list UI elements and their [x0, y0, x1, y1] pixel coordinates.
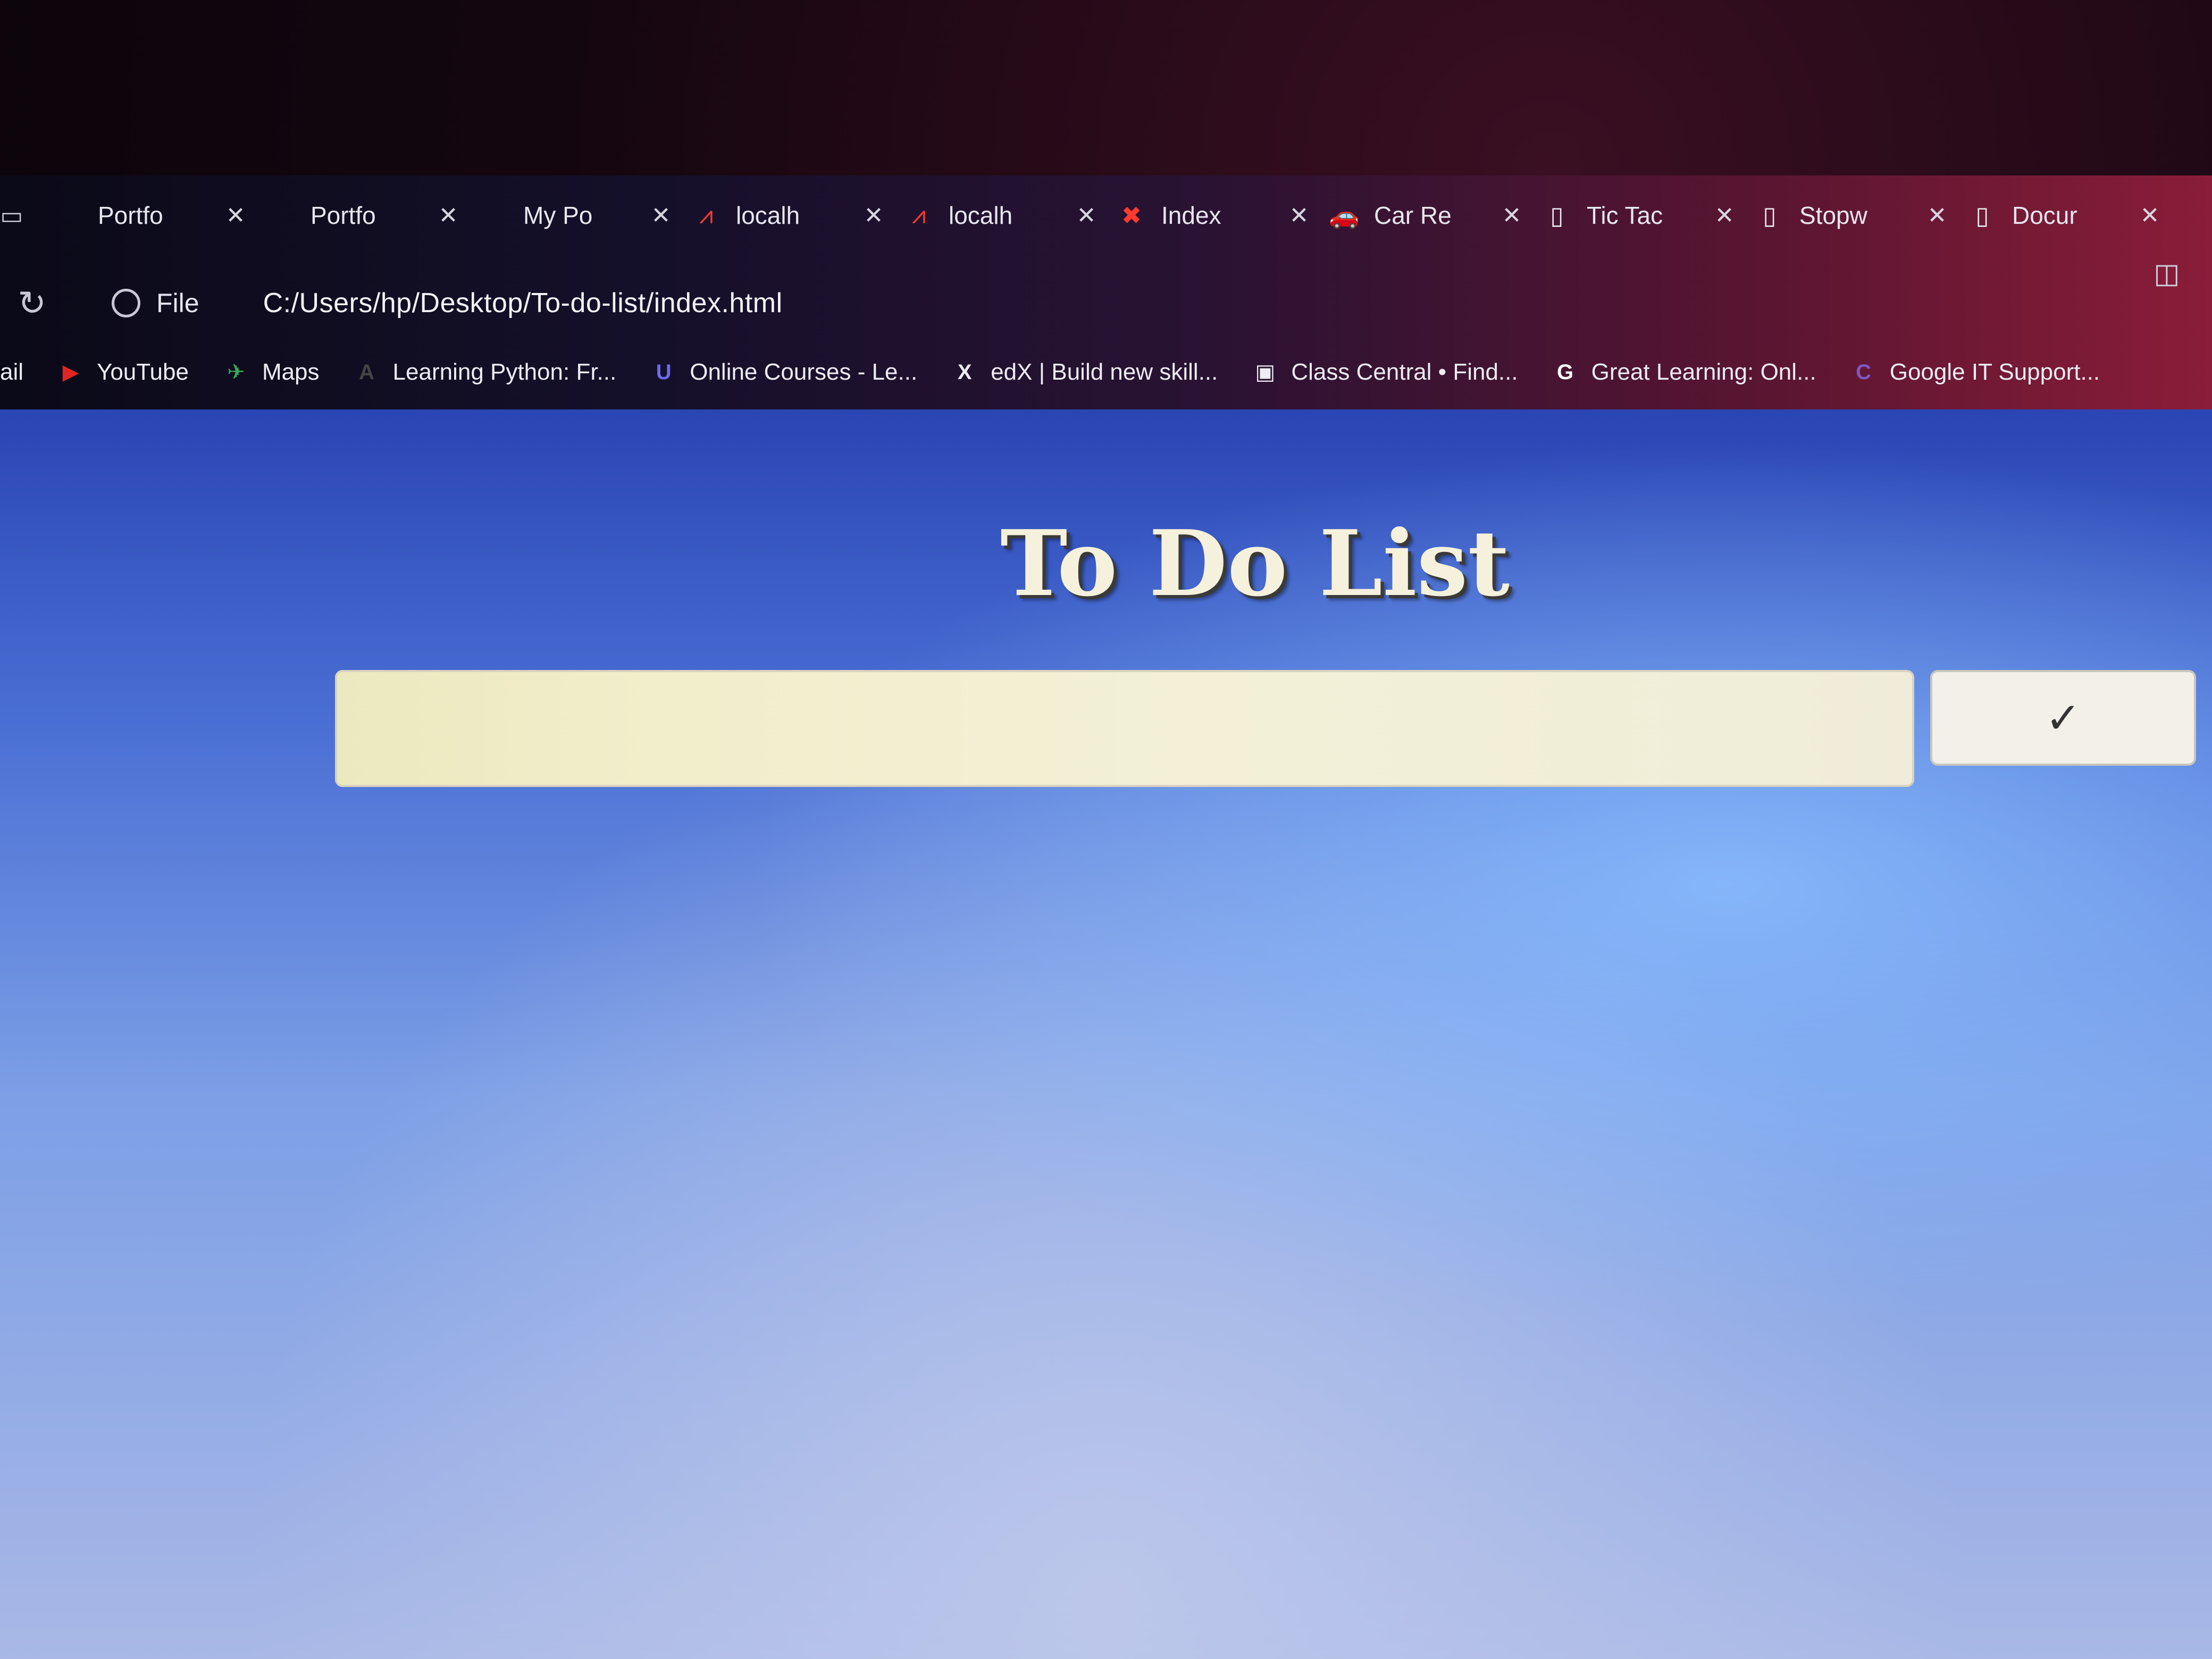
bookmark-label: Class Central • Find...	[1291, 359, 1518, 385]
tab-blank-icon	[53, 200, 83, 230]
close-tab-icon[interactable]: ✕	[860, 202, 887, 229]
bookmark-label: YouTube	[97, 359, 189, 385]
add-task-button[interactable]: ✓	[1930, 670, 2196, 766]
tab-blank-icon	[479, 200, 508, 230]
close-tab-icon[interactable]: ✕	[1286, 202, 1312, 229]
close-tab-icon[interactable]: ✕	[1498, 202, 1525, 229]
bookmark-item[interactable]: ▶ YouTube	[56, 358, 189, 387]
close-tab-icon[interactable]: ✕	[222, 202, 249, 229]
car-icon: 🚗	[1329, 201, 1360, 229]
bookmark-favicon-icon: ▣	[1255, 361, 1276, 384]
document-icon: ▯	[1975, 202, 1989, 229]
bookmark-item[interactable]: C Google IT Support...	[1849, 358, 2100, 387]
todo-form: ✓	[335, 670, 2196, 792]
bookmark-item[interactable]: ail	[0, 359, 23, 386]
close-tab-icon[interactable]: ✕	[1924, 202, 1950, 229]
close-tab-icon[interactable]: ✕	[1073, 202, 1100, 229]
site-info-button[interactable]: File	[112, 288, 199, 319]
bookmarks-bar: ail ▶ YouTube ✈ Maps A Learning Python: Fr... U…	[0, 346, 2212, 399]
bookmark-label: ail	[0, 359, 24, 385]
bookmark-favicon-icon: A	[359, 360, 374, 384]
url-field[interactable]: C:/Users/hp/Desktop/To-do-list/index.htm…	[263, 287, 783, 319]
tab-label: Index	[1161, 202, 1221, 229]
browser-tab[interactable]: ✖ Index ✕	[1108, 186, 1321, 245]
tab-label: Stopw	[1799, 202, 1867, 229]
bookmark-favicon-icon: ▶	[62, 361, 79, 384]
task-input[interactable]	[335, 670, 1914, 787]
browser-tab[interactable]: ⩘ localh ✕	[895, 186, 1108, 245]
browser-tab[interactable]: ▯ Stopw ✕	[1746, 186, 1959, 245]
reload-icon[interactable]: ↻	[11, 282, 53, 324]
tab-actions-icon[interactable]: ▭	[0, 202, 23, 229]
document-icon: ▯	[1550, 202, 1564, 229]
bookmark-favicon-icon: X	[957, 360, 972, 384]
browser-tab[interactable]: Portfo ✕	[45, 186, 257, 245]
bookmark-label: edX | Build new skill...	[991, 359, 1218, 385]
site-info-label: File	[156, 288, 199, 318]
tab-label: Docur	[2012, 202, 2077, 229]
bookmark-item[interactable]: U Online Courses - Le...	[649, 358, 917, 387]
bookmark-label: Great Learning: Onl...	[1591, 359, 1816, 385]
xampp-icon: ✖	[1121, 202, 1142, 229]
bookmark-item[interactable]: ✈ Maps	[222, 358, 320, 387]
bookmark-favicon-icon: ✈	[227, 361, 245, 384]
bookmark-favicon-icon: C	[1856, 360, 1872, 384]
bookmark-label: Google IT Support...	[1889, 359, 2100, 385]
bookmark-favicon-icon: U	[656, 360, 672, 384]
bookmark-favicon-icon: G	[1557, 360, 1574, 384]
page-content: To Do List ✓	[0, 409, 2212, 1659]
tab-label: localh	[736, 202, 800, 229]
localhost-icon: ⩘	[912, 201, 926, 229]
bookmark-item[interactable]: A Learning Python: Fr...	[353, 358, 617, 387]
bookmark-item[interactable]: XedX | Build new skill...	[950, 358, 1218, 387]
tab-label: Portfo	[98, 202, 163, 229]
site-info-icon	[112, 289, 140, 317]
close-tab-icon[interactable]: ✕	[435, 202, 462, 229]
tab-label: My Po	[523, 202, 593, 229]
localhost-icon: ⩘	[699, 201, 713, 229]
browser-tab[interactable]: ⩘ localh ✕	[683, 186, 895, 245]
address-bar: ↻ File C:/Users/hp/Desktop/To-do-list/in…	[0, 274, 2021, 332]
browser-tab[interactable]: ▯ Docur ✕	[1959, 186, 2172, 245]
bookmark-item[interactable]: ▣ Class Central • Find...	[1251, 358, 1518, 387]
browser-tab[interactable]: Portfo ✕	[257, 186, 470, 245]
bookmark-label: Maps	[262, 359, 320, 385]
close-tab-icon[interactable]: ✕	[648, 202, 674, 229]
page-title: To Do List	[1000, 510, 1510, 617]
tab-label: Car Re	[1374, 202, 1452, 229]
document-icon: ▯	[1763, 202, 1777, 229]
tab-label: Tic Tac	[1587, 202, 1663, 229]
close-tab-icon[interactable]: ✕	[2136, 202, 2163, 229]
tab-strip: ▭ Portfo ✕ Portfo ✕ My Po ✕ ⩘ localh ✕ ⩘ localh ✕ ✖ I…	[0, 175, 2212, 255]
bookmark-item[interactable]: G Great Learning: Onl...	[1551, 358, 1816, 387]
tab-blank-icon	[266, 200, 296, 230]
bookmark-label: Learning Python: Fr...	[392, 359, 617, 385]
browser-tab[interactable]: My Po ✕	[470, 186, 683, 245]
split-screen-icon[interactable]: ◫	[2148, 255, 2185, 292]
bookmark-label: Online Courses - Le...	[690, 359, 918, 385]
check-icon: ✓	[2045, 694, 2081, 742]
tab-label: localh	[949, 202, 1013, 229]
browser-tab[interactable]: 🚗 Car Re ✕	[1321, 186, 1534, 245]
browser-tab[interactable]: ▯ Tic Tac ✕	[1534, 186, 1746, 245]
browser-chrome: ▭ Portfo ✕ Portfo ✕ My Po ✕ ⩘ localh ✕ ⩘ localh ✕ ✖ I…	[0, 175, 2212, 409]
screen-photo: ▭ Portfo ✕ Portfo ✕ My Po ✕ ⩘ localh ✕ ⩘ localh ✕ ✖ I…	[0, 0, 2212, 1659]
close-tab-icon[interactable]: ✕	[1711, 202, 1738, 229]
tab-label: Portfo	[311, 202, 376, 229]
